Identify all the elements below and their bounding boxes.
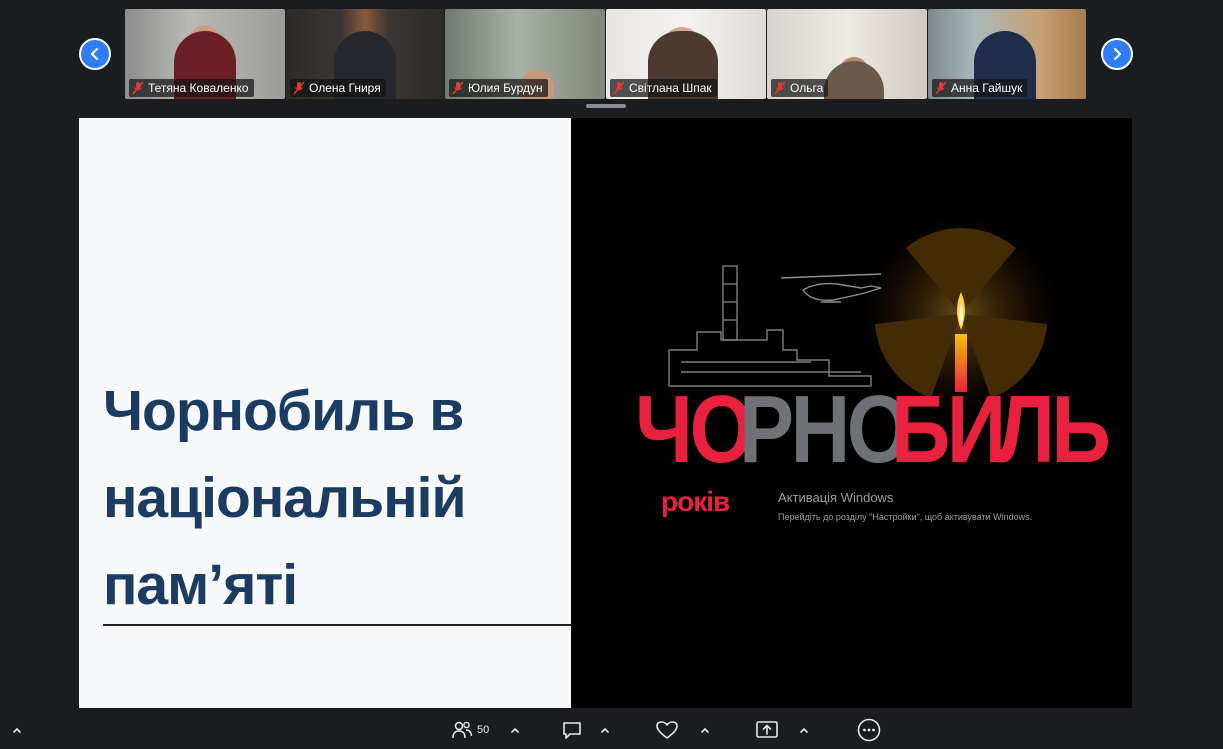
poster-word-red: БИ <box>891 376 1006 483</box>
strip-previous-button[interactable] <box>79 38 111 70</box>
chevron-up-icon <box>701 727 709 733</box>
more-button[interactable] <box>857 711 881 749</box>
heart-icon <box>656 721 678 739</box>
mic-off-icon <box>935 81 947 95</box>
share-screen-icon <box>756 721 778 738</box>
participant-name: Тетяна Коваленко <box>148 81 249 95</box>
participant-name: Світлана Шпак <box>629 81 712 95</box>
chat-button[interactable] <box>561 711 583 749</box>
mic-off-icon <box>452 81 464 95</box>
mic-off-icon <box>613 81 625 95</box>
chat-icon <box>563 722 581 739</box>
participant-tile[interactable]: Олена Гниря <box>286 9 444 99</box>
mic-off-icon <box>132 81 144 95</box>
chevron-up-icon <box>511 727 519 733</box>
participant-name: Анна Гайшук <box>951 81 1023 95</box>
participant-name-label: Юлия Бурдун <box>449 79 548 97</box>
participants-button[interactable]: 50 <box>451 711 489 749</box>
slide-divider <box>103 624 571 626</box>
chevron-left-icon <box>90 47 99 61</box>
strip-next-button[interactable] <box>1101 38 1133 70</box>
more-icon <box>857 718 881 742</box>
slide-poster-panel: ЧО РНО БИ ЛЬ років <box>571 118 1132 708</box>
conference-window: Тетяна Коваленко Олена Гниря Юлия Бурдун <box>0 0 1223 749</box>
slide-title: Чорнобиль в національній памʼяті <box>103 379 467 617</box>
participant-tile[interactable]: Тетяна Коваленко <box>125 9 285 99</box>
reactions-button[interactable] <box>655 711 679 749</box>
chevron-up-icon <box>800 727 808 733</box>
poster-years-label: років <box>661 486 730 517</box>
shared-screen: Чорнобиль в національній памʼяті ЧО РНО … <box>79 118 1132 708</box>
slide-text-panel: Чорнобиль в національній памʼяті <box>79 118 571 708</box>
share-screen-options-button[interactable] <box>799 711 809 749</box>
windows-activation-watermark: Активація Windows Перейдіть до розділу "… <box>778 490 1033 522</box>
chevron-right-icon <box>1113 47 1122 61</box>
participant-tile[interactable]: Ольга <box>767 9 927 99</box>
participant-tile[interactable]: Анна Гайшук <box>928 9 1086 99</box>
participants-options-button[interactable] <box>510 711 520 749</box>
mic-off-icon <box>774 81 786 95</box>
participant-name-label: Ольга <box>771 79 829 97</box>
participants-icon <box>452 721 473 739</box>
poster-word-red: ЧО <box>635 376 754 483</box>
meeting-toolbar: 50 <box>0 711 1223 749</box>
participant-strip: Тетяна Коваленко Олена Гниря Юлия Бурдун <box>0 0 1223 108</box>
poster-word-grey: РНО <box>739 376 911 483</box>
participant-name: Юлия Бурдун <box>468 81 543 95</box>
participant-name-label: Тетяна Коваленко <box>129 79 254 97</box>
toolbar-expand-button[interactable] <box>12 711 22 749</box>
chat-options-button[interactable] <box>600 711 610 749</box>
mic-off-icon <box>293 81 305 95</box>
participant-name: Олена Гниря <box>309 81 381 95</box>
participant-name-label: Світлана Шпак <box>610 79 717 97</box>
participant-tile[interactable]: Світлана Шпак <box>606 9 766 99</box>
participants-count: 50 <box>477 724 490 736</box>
participant-name-label: Анна Гайшук <box>932 79 1028 97</box>
chevron-up-icon <box>13 727 21 733</box>
reactions-options-button[interactable] <box>700 711 710 749</box>
poster-word-red: ЛЬ <box>997 376 1111 483</box>
strip-resize-handle[interactable] <box>586 104 626 108</box>
participant-name-label: Олена Гниря <box>290 79 386 97</box>
chevron-up-icon <box>601 727 609 733</box>
share-screen-button[interactable] <box>755 711 779 749</box>
participant-name: Ольга <box>790 81 824 95</box>
participant-tile[interactable]: Юлия Бурдун <box>445 9 605 99</box>
